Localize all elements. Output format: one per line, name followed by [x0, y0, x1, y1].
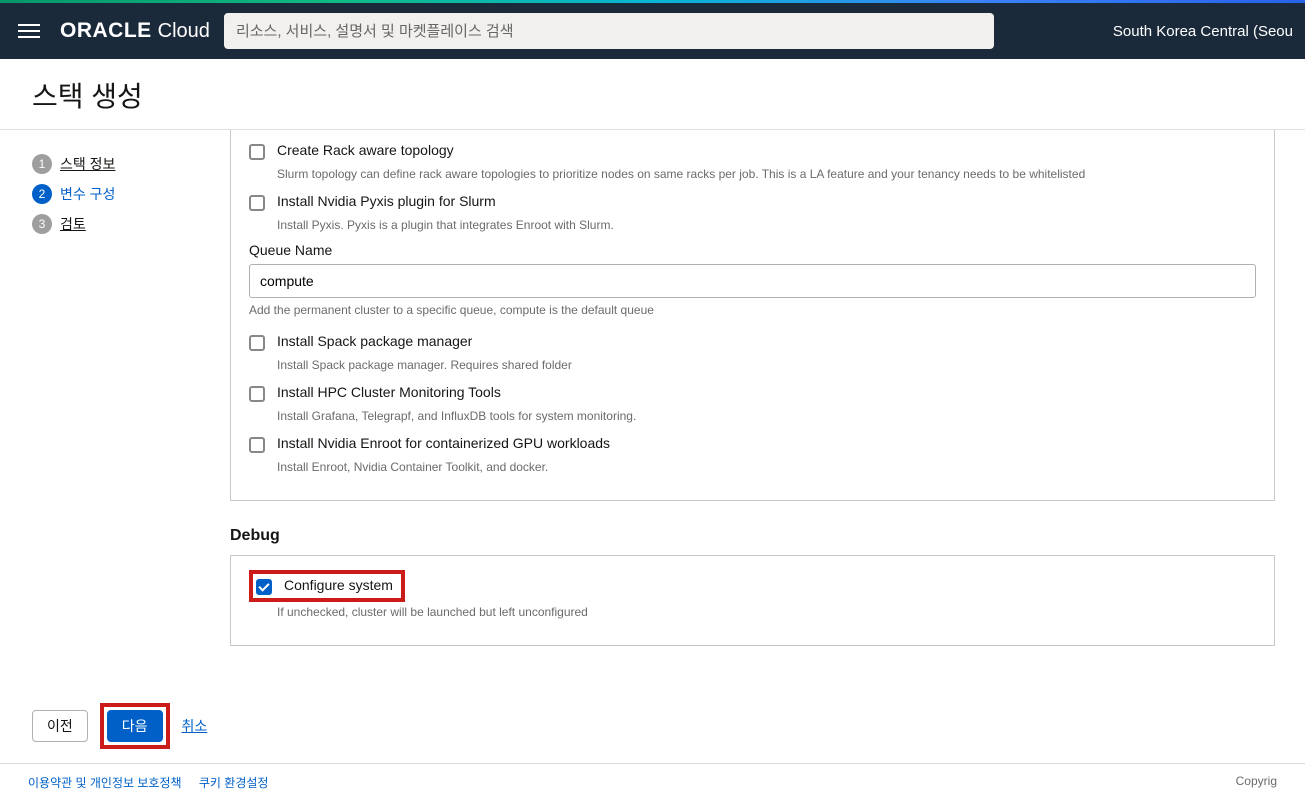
label-spack: Install Spack package manager	[277, 333, 472, 349]
logo-brand: ORACLE	[60, 19, 152, 43]
desc-enroot: Install Enroot, Nvidia Container Toolkit…	[277, 460, 1256, 474]
footer-copyright: Copyrig	[1236, 774, 1277, 791]
wizard-steps: 1 스택 정보 2 변수 구성 3 검토	[0, 130, 230, 689]
region-selector[interactable]: South Korea Central (Seou	[1113, 23, 1293, 40]
highlight-next-button: 다음	[100, 703, 170, 749]
step-configure-variables[interactable]: 2 변수 구성	[32, 184, 214, 204]
step-number: 1	[32, 154, 52, 174]
config-panel: Create Rack aware topology Slurm topolog…	[230, 130, 1275, 501]
next-button[interactable]: 다음	[107, 710, 163, 742]
desc-monitoring: Install Grafana, Telegrapf, and InfluxDB…	[277, 409, 1256, 423]
checkbox-configure-system[interactable]	[256, 579, 272, 595]
prev-button[interactable]: 이전	[32, 710, 88, 742]
footer-cookies-link[interactable]: 쿠키 환경설정	[199, 776, 269, 790]
checkbox-rack-topology[interactable]	[249, 144, 265, 160]
step-label: 스택 정보	[60, 154, 115, 174]
search-input[interactable]	[224, 13, 994, 49]
help-queue-name: Add the permanent cluster to a specific …	[249, 303, 1256, 317]
label-rack-topology: Create Rack aware topology	[277, 142, 454, 158]
label-enroot: Install Nvidia Enroot for containerized …	[277, 435, 610, 451]
desc-rack-topology: Slurm topology can define rack aware top…	[277, 167, 1256, 181]
label-monitoring: Install HPC Cluster Monitoring Tools	[277, 384, 501, 400]
step-label: 검토	[60, 214, 86, 234]
label-pyxis: Install Nvidia Pyxis plugin for Slurm	[277, 193, 496, 209]
logo[interactable]: ORACLE Cloud	[60, 19, 210, 43]
highlight-configure-system: Configure system	[249, 570, 405, 602]
page-title: 스택 생성	[0, 59, 1305, 130]
step-stack-info[interactable]: 1 스택 정보	[32, 154, 214, 174]
label-queue-name: Queue Name	[249, 242, 1256, 258]
checkbox-enroot[interactable]	[249, 437, 265, 453]
step-review[interactable]: 3 검토	[32, 214, 214, 234]
desc-spack: Install Spack package manager. Requires …	[277, 358, 1256, 372]
section-debug-title: Debug	[230, 527, 1275, 545]
search-wrap	[224, 13, 994, 49]
footer-terms-link[interactable]: 이용약관 및 개인정보 보호정책	[28, 776, 182, 790]
step-number: 2	[32, 184, 52, 204]
debug-panel: Configure system If unchecked, cluster w…	[230, 555, 1275, 646]
step-label: 변수 구성	[60, 184, 115, 204]
cancel-link[interactable]: 취소	[182, 716, 208, 736]
desc-pyxis: Install Pyxis. Pyxis is a plugin that in…	[277, 218, 1256, 232]
wizard-buttons: 이전 다음 취소	[0, 689, 1305, 763]
topbar: ORACLE Cloud South Korea Central (Seou	[0, 3, 1305, 59]
menu-icon[interactable]	[12, 18, 46, 44]
step-number: 3	[32, 214, 52, 234]
desc-configure-system: If unchecked, cluster will be launched b…	[277, 605, 1256, 619]
checkbox-spack[interactable]	[249, 335, 265, 351]
checkbox-monitoring[interactable]	[249, 386, 265, 402]
label-configure-system: Configure system	[284, 577, 393, 593]
page-footer: 이용약관 및 개인정보 보호정책 쿠키 환경설정 Copyrig	[0, 763, 1305, 801]
input-queue-name[interactable]	[249, 264, 1256, 298]
logo-product: Cloud	[158, 20, 210, 43]
main-content: Create Rack aware topology Slurm topolog…	[230, 130, 1305, 689]
checkbox-pyxis[interactable]	[249, 195, 265, 211]
